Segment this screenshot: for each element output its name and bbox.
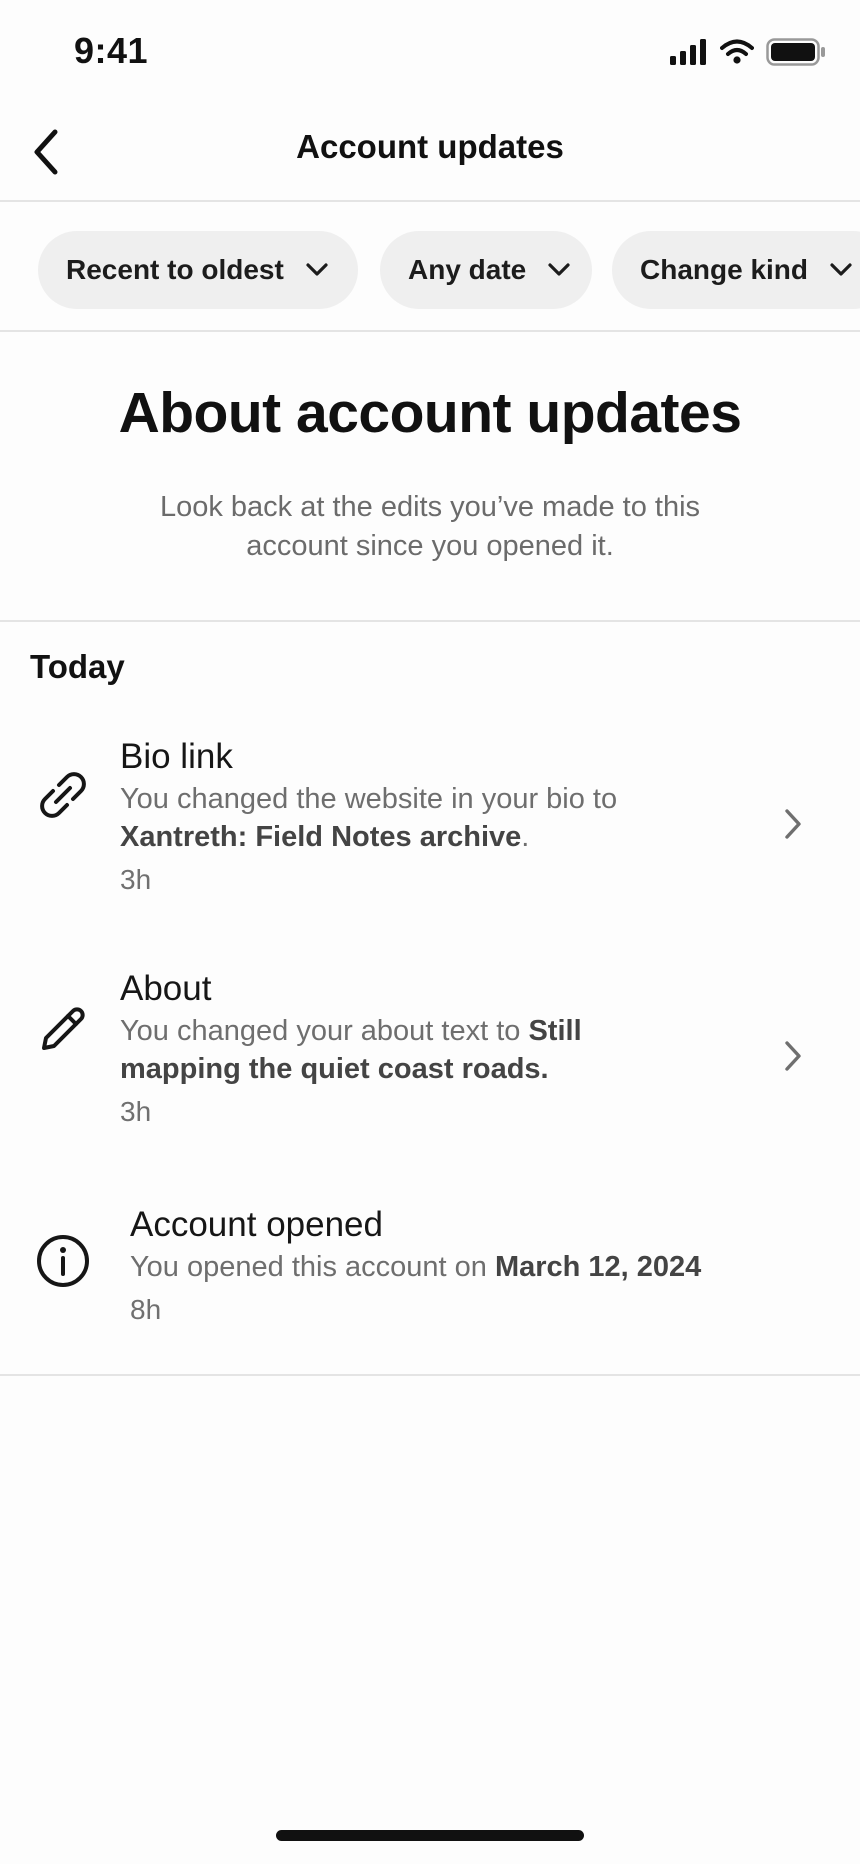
entry-desc-value: March 12, 2024 — [494, 1251, 702, 1283]
nav-bar: Account updates — [0, 108, 860, 202]
status-icons — [670, 38, 826, 71]
battery-icon — [766, 38, 826, 71]
about-description: Look back at the edits you’ve made to th… — [159, 491, 701, 562]
change-kind-filter-label: Change kind — [640, 254, 809, 285]
info-icon — [34, 1232, 92, 1290]
chevron-down-icon — [306, 263, 328, 277]
status-time: 9:41 — [74, 30, 149, 71]
page-title: Account updates — [296, 128, 564, 165]
wifi-icon — [720, 39, 754, 70]
update-entry-bio-link[interactable]: Bio link You changed the website in your… — [0, 736, 860, 926]
status-bar: 9:41 — [0, 0, 860, 108]
entry-description: You changed the website in your bio to X… — [120, 780, 680, 856]
entry-text: About You changed your about text to Sti… — [120, 968, 680, 1130]
entry-desc-prefix: You changed your about text to — [120, 1015, 529, 1047]
about-title: About account updates — [118, 381, 742, 445]
date-filter-chip[interactable]: Any date — [380, 231, 592, 309]
entry-text: Bio link You changed the website in your… — [120, 736, 680, 898]
date-filter-label: Any date — [408, 254, 527, 285]
chevron-right-icon — [778, 1036, 808, 1076]
sort-filter-label: Recent to oldest — [66, 254, 284, 285]
entry-timestamp: 8h — [130, 1294, 162, 1325]
link-icon — [34, 766, 92, 824]
section-header-today: Today — [30, 648, 125, 685]
entry-timestamp: 3h — [120, 1096, 152, 1127]
chevron-down-icon — [548, 263, 570, 277]
entry-title: Bio link — [120, 737, 233, 776]
cellular-signal-icon — [670, 39, 708, 70]
entry-desc-prefix: You opened this account on — [130, 1251, 495, 1283]
pencil-icon — [34, 1000, 92, 1058]
entry-description: You changed your about text to Still map… — [120, 1012, 680, 1088]
entry-text: Account opened You opened this account o… — [130, 1204, 770, 1328]
home-indicator — [276, 1830, 584, 1841]
update-entry-account-opened: Account opened You opened this account o… — [0, 1204, 860, 1376]
about-section: About account updates Look back at the e… — [0, 332, 860, 622]
entry-title: Account opened — [130, 1205, 383, 1244]
sort-filter-chip[interactable]: Recent to oldest — [38, 231, 358, 309]
entry-description: You opened this account on March 12, 202… — [130, 1248, 770, 1286]
chevron-down-icon — [830, 263, 852, 277]
entry-desc-prefix: You changed the website in your bio to — [120, 783, 618, 815]
chevron-right-icon — [778, 804, 808, 844]
change-kind-filter-chip[interactable]: Change kind — [612, 231, 860, 309]
update-entry-about[interactable]: About You changed your about text to Sti… — [0, 968, 860, 1168]
entry-timestamp: 3h — [120, 864, 152, 895]
entry-desc-value: Xantreth: Field Notes archive — [120, 821, 522, 853]
entry-title: About — [120, 969, 212, 1008]
filter-bar: Recent to oldest Any date Change kind — [0, 202, 860, 332]
entry-desc-suffix: . — [521, 821, 530, 853]
